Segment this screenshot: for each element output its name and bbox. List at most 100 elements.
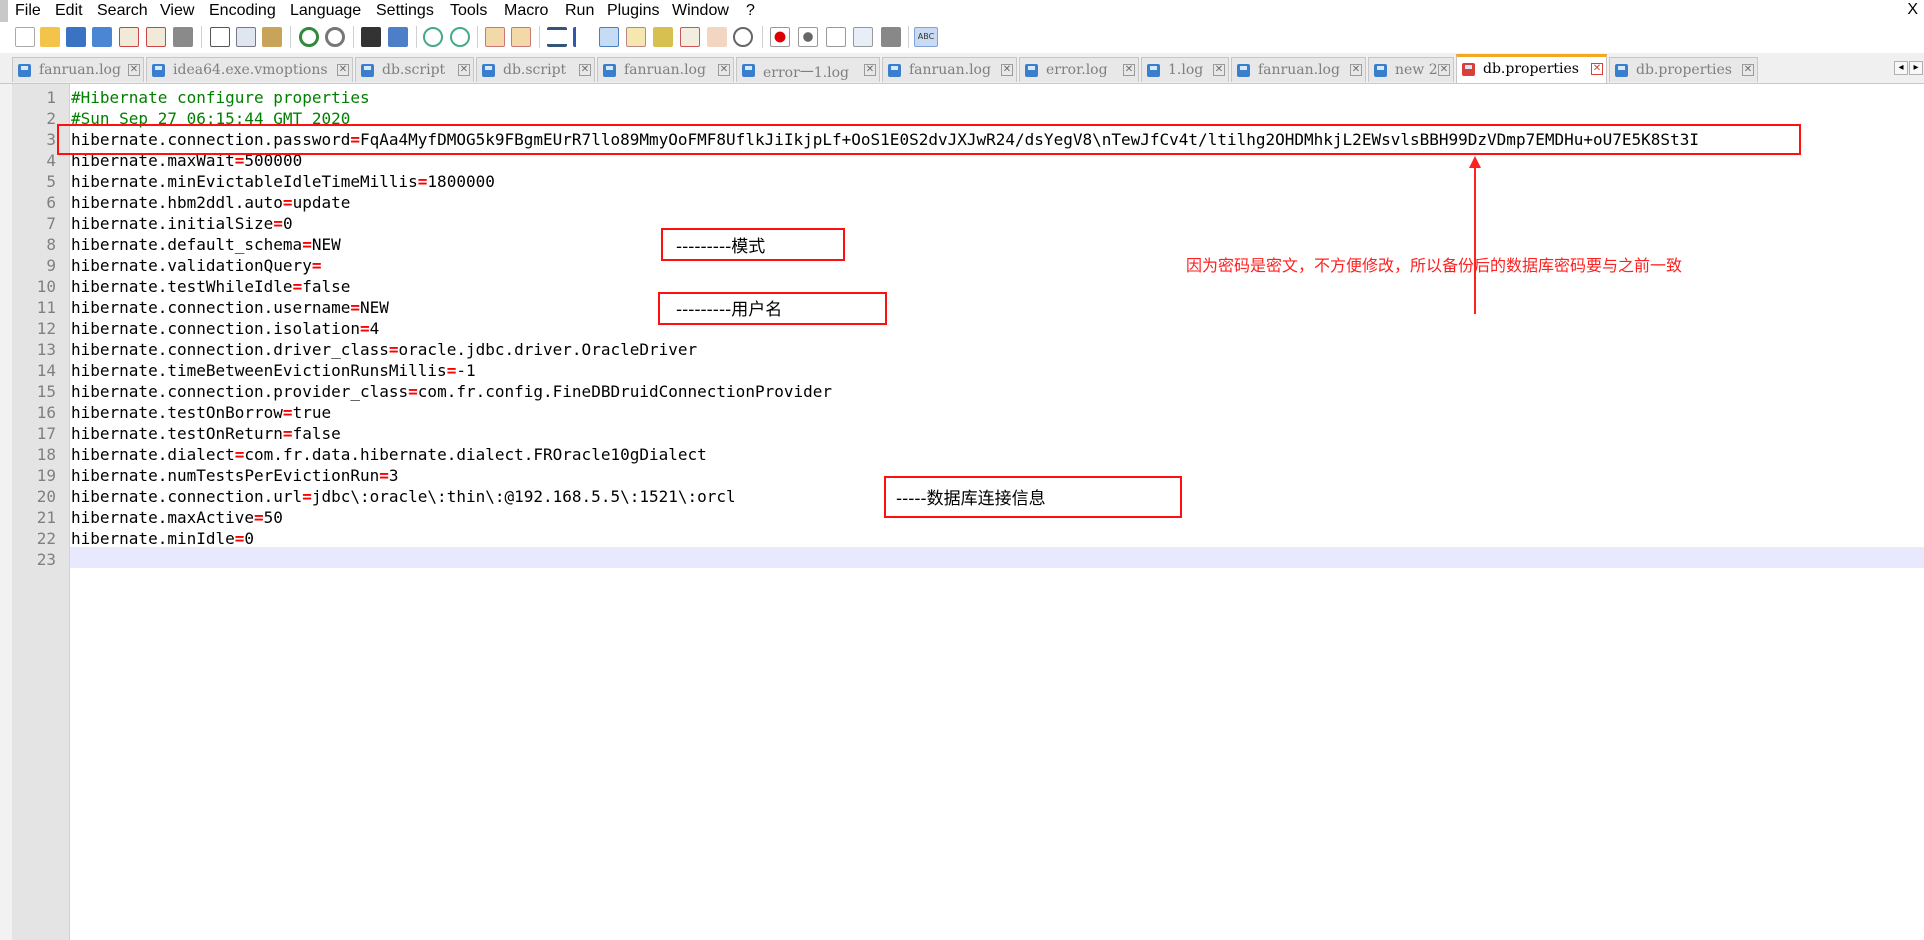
tab-fanruan-log-4[interactable]: fanruan.log ✕ <box>1231 57 1366 82</box>
monitoring-icon[interactable] <box>733 27 753 47</box>
stop-macro-icon[interactable] <box>798 27 818 47</box>
word-wrap-icon[interactable] <box>547 27 567 47</box>
menu-bar: File Edit Search View Encoding Language … <box>0 0 1924 22</box>
menu-run[interactable]: Run <box>565 2 594 20</box>
menu-macro[interactable]: Macro <box>504 2 548 20</box>
run-macro-multiple-icon[interactable] <box>853 27 873 47</box>
tab-close-icon[interactable]: ✕ <box>1591 63 1603 75</box>
equals-operator: = <box>282 193 293 212</box>
menu-window[interactable]: Window <box>672 2 729 20</box>
line-number: 13 <box>36 340 56 359</box>
tab-fanruan-log-2[interactable]: fanruan.log ✕ <box>597 57 734 82</box>
zoom-out-icon[interactable] <box>450 27 470 47</box>
tab-label: db.properties <box>1636 62 1732 78</box>
equals-operator: = <box>446 361 457 380</box>
undo-icon[interactable] <box>299 27 319 47</box>
property-value: 1800000 <box>427 172 495 191</box>
menu-file[interactable]: File <box>15 2 41 20</box>
tab-close-icon[interactable]: ✕ <box>579 64 591 76</box>
menu-help[interactable]: ? <box>746 2 755 20</box>
tab-idea64-vmoptions[interactable]: idea64.exe.vmoptions ✕ <box>146 57 353 82</box>
find-icon[interactable] <box>361 27 381 47</box>
open-file-icon[interactable] <box>40 27 60 47</box>
tab-close-icon[interactable]: ✕ <box>128 64 140 76</box>
window-corner <box>0 0 8 22</box>
tab-close-icon[interactable]: ✕ <box>1438 64 1450 76</box>
menu-tools[interactable]: Tools <box>450 2 487 20</box>
saved-file-icon <box>1237 64 1250 77</box>
property-value: 0 <box>282 214 293 233</box>
print-icon[interactable] <box>173 27 193 47</box>
tab-scroll-right-button[interactable]: ▸ <box>1909 61 1923 75</box>
menu-encoding[interactable]: Encoding <box>209 2 276 20</box>
line-number: 22 <box>36 529 56 548</box>
equals-operator: = <box>302 487 312 506</box>
replace-icon[interactable] <box>388 27 408 47</box>
schema-note-text: ---------模式 <box>676 237 766 257</box>
show-all-chars-icon[interactable] <box>573 27 593 47</box>
menu-language[interactable]: Language <box>290 2 361 20</box>
property-key: hibernate.connection.url <box>71 487 303 506</box>
paste-icon[interactable] <box>262 27 282 47</box>
play-macro-icon[interactable] <box>826 27 846 47</box>
property-key: hibernate.hbm2ddl.auto <box>71 193 283 212</box>
tab-close-icon[interactable]: ✕ <box>1001 64 1013 76</box>
tab-db-script[interactable]: db.script ✕ <box>355 57 474 82</box>
tab-new-2[interactable]: new 2 ✕ <box>1368 57 1454 82</box>
property-value: NEW <box>311 235 341 254</box>
sync-horizontal-icon[interactable] <box>511 27 531 47</box>
language-icon[interactable] <box>626 27 646 47</box>
redo-icon[interactable] <box>325 27 345 47</box>
property-value: true <box>292 403 332 422</box>
code-line: hibernate.testOnBorrow=true <box>71 402 331 423</box>
function-list-icon[interactable] <box>653 27 673 47</box>
menu-edit[interactable]: Edit <box>55 2 83 20</box>
tab-close-icon[interactable]: ✕ <box>864 64 876 76</box>
spell-check-icon[interactable]: ABC <box>914 27 938 47</box>
property-key: hibernate.testOnBorrow <box>71 403 283 422</box>
tab-db-script-2[interactable]: db.script ✕ <box>476 57 595 82</box>
close-icon[interactable] <box>119 27 139 47</box>
tab-error-log[interactable]: error.log ✕ <box>1019 57 1139 82</box>
menu-settings[interactable]: Settings <box>376 2 434 20</box>
tab-close-icon[interactable]: ✕ <box>1742 64 1754 76</box>
indent-guide-icon[interactable] <box>599 27 619 47</box>
line-number: 20 <box>36 487 56 506</box>
tab-db-properties-active[interactable]: db.properties ✕ <box>1456 54 1607 83</box>
saved-file-icon <box>603 64 616 77</box>
menu-plugins[interactable]: Plugins <box>607 2 659 20</box>
text-editor[interactable]: 1 #Hibernate configure properties 2 #Sun Se… <box>0 84 1924 940</box>
menu-search[interactable]: Search <box>97 2 148 20</box>
tab-close-icon[interactable]: ✕ <box>1213 64 1225 76</box>
window-close-button[interactable]: X <box>1907 1 1918 19</box>
property-key: hibernate.default_schema <box>71 235 303 254</box>
tab-error-1-log[interactable]: error一1.log ✕ <box>736 57 880 82</box>
tab-close-icon[interactable]: ✕ <box>1123 64 1135 76</box>
record-macro-icon[interactable] <box>770 27 790 47</box>
tab-db-properties-2[interactable]: db.properties ✕ <box>1609 57 1758 82</box>
tab-close-icon[interactable]: ✕ <box>458 64 470 76</box>
tab-close-icon[interactable]: ✕ <box>718 64 730 76</box>
tab-scroll-left-button[interactable]: ◂ <box>1894 61 1908 75</box>
menu-view[interactable]: View <box>160 2 194 20</box>
unsaved-file-icon <box>1462 63 1475 76</box>
save-all-icon[interactable] <box>92 27 112 47</box>
tab-1-log[interactable]: 1.log ✕ <box>1141 57 1229 82</box>
tab-fanruan-log-3[interactable]: fanruan.log ✕ <box>882 57 1017 82</box>
tab-close-icon[interactable]: ✕ <box>1350 64 1362 76</box>
save-icon[interactable] <box>66 27 86 47</box>
sync-vertical-icon[interactable] <box>485 27 505 47</box>
folder-workspace-icon[interactable] <box>707 27 727 47</box>
equals-operator: = <box>311 256 322 275</box>
equals-operator: = <box>417 172 428 191</box>
new-file-icon[interactable] <box>15 27 35 47</box>
code-line: hibernate.default_schema=NEW <box>71 234 341 255</box>
cut-icon[interactable] <box>210 27 230 47</box>
document-map-icon[interactable] <box>680 27 700 47</box>
zoom-in-icon[interactable] <box>423 27 443 47</box>
copy-icon[interactable] <box>236 27 256 47</box>
close-all-icon[interactable] <box>146 27 166 47</box>
tab-close-icon[interactable]: ✕ <box>337 64 349 76</box>
save-macro-icon[interactable] <box>881 27 901 47</box>
tab-fanruan-log[interactable]: fanruan.log ✕ <box>12 57 144 82</box>
